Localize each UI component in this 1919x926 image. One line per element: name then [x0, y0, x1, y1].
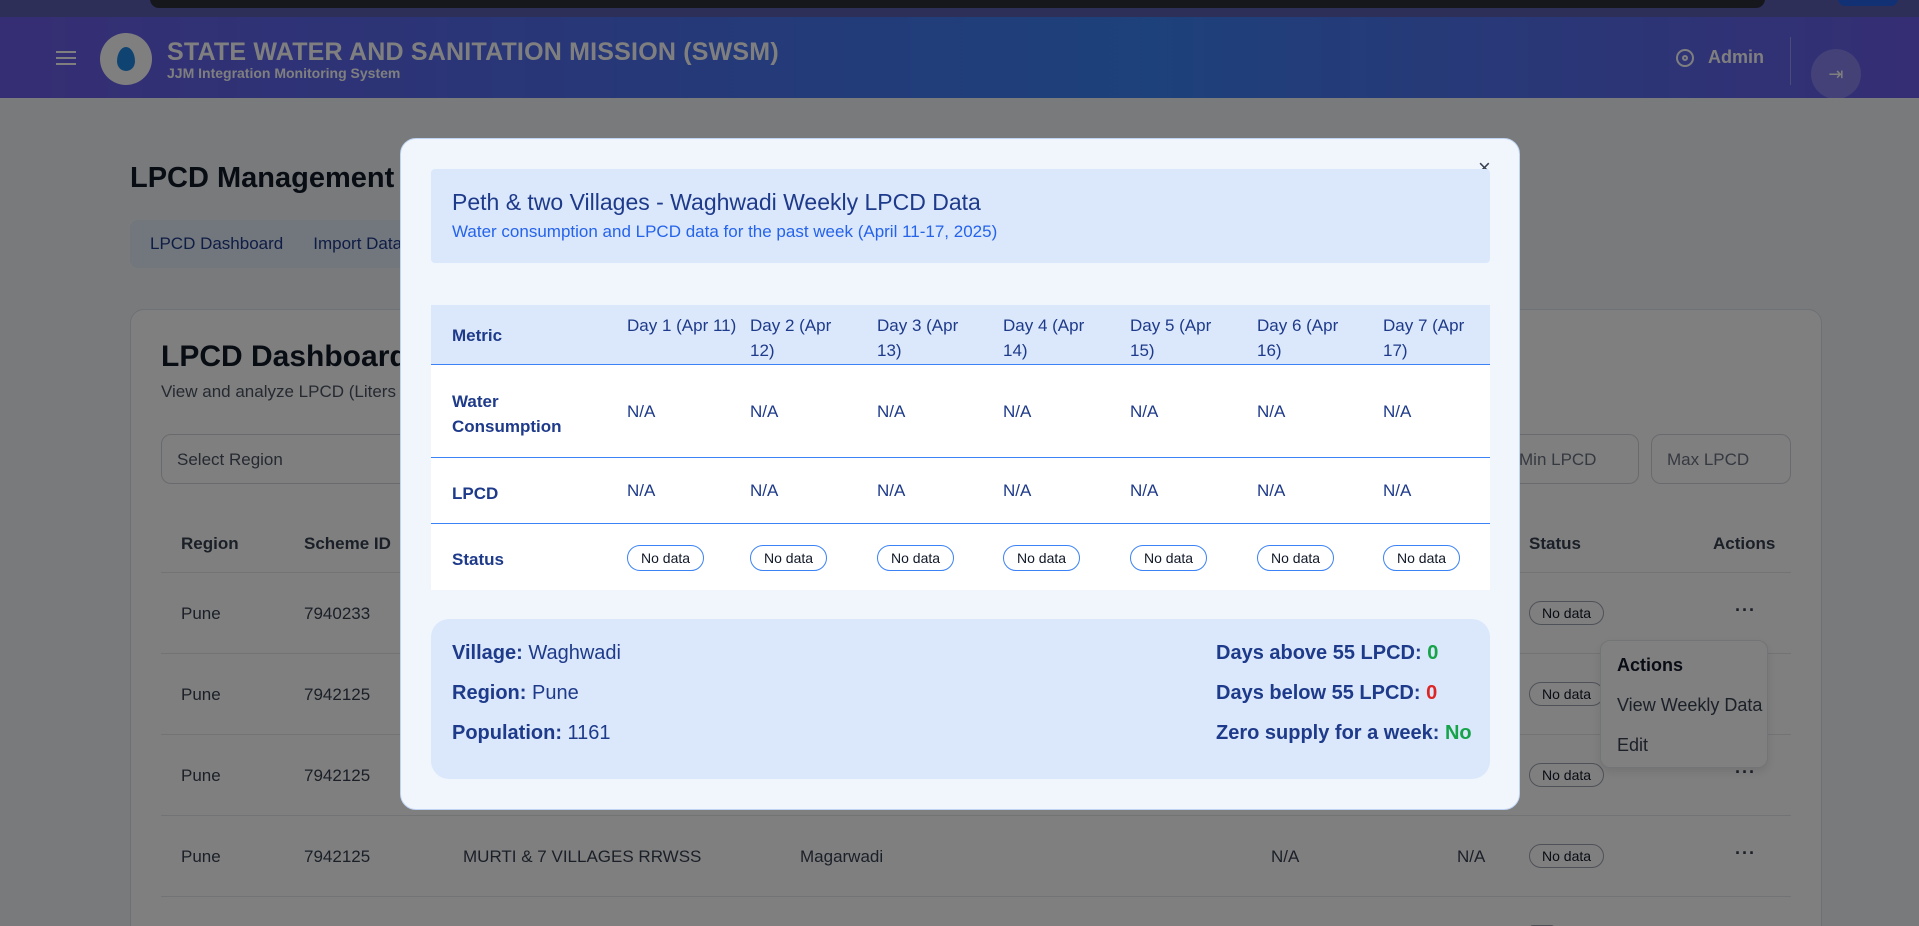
col-day: Day 4 (Apr 14) [1003, 316, 1085, 360]
row-divider [431, 457, 1490, 458]
table-cell: N/A [1383, 481, 1412, 500]
col-day: Day 1 (Apr 11) [627, 316, 737, 335]
days-above-label: Days above 55 LPCD: [1216, 642, 1422, 664]
view-weekly-data-item[interactable]: View Weekly Data [1617, 695, 1762, 716]
days-below-label: Days below 55 LPCD: [1216, 682, 1421, 704]
col-day: Day 5 (Apr 15) [1130, 316, 1212, 360]
status-pill: No data [877, 545, 955, 571]
table-cell: N/A [1257, 481, 1286, 500]
table-cell: N/A [1003, 402, 1032, 421]
table-cell: N/A [1130, 481, 1159, 500]
dropdown-header: Actions [1617, 655, 1684, 675]
table-cell: N/A [1257, 402, 1286, 421]
table-cell: N/A [1130, 402, 1159, 421]
table-cell: N/A [877, 402, 906, 421]
days-below-line: Days below 55 LPCD: 0 [1216, 682, 1437, 705]
region-line: Region: Pune [452, 682, 579, 705]
village-value: Waghwadi [528, 642, 621, 664]
metric-status: Status [452, 550, 504, 569]
table-cell: N/A [1003, 481, 1032, 500]
status-pill: No data [1130, 545, 1208, 571]
status-pill: No data [1003, 545, 1081, 571]
modal-header: Peth & two Villages - Waghwadi Weekly LP… [431, 169, 1490, 263]
status-pill: No data [750, 545, 828, 571]
days-above-line: Days above 55 LPCD: 0 [1216, 642, 1438, 665]
col-metric: Metric [452, 326, 503, 345]
summary-panel: Village: Waghwadi Region: Pune Populatio… [431, 619, 1490, 779]
table-cell: N/A [627, 481, 656, 500]
region-value: Pune [532, 682, 579, 704]
village-label: Village: [452, 642, 523, 664]
population-label: Population: [452, 722, 562, 744]
metric-lpcd: LPCD [452, 484, 499, 503]
region-label: Region: [452, 682, 527, 704]
modal-title: Peth & two Villages - Waghwadi Weekly LP… [452, 189, 981, 215]
zero-supply-line: Zero supply for a week: No [1216, 722, 1472, 745]
edit-item[interactable]: Edit [1617, 735, 1648, 756]
actions-dropdown: Actions View Weekly Data Edit [1600, 640, 1768, 768]
table-cell: N/A [1383, 402, 1412, 421]
modal-subtitle: Water consumption and LPCD data for the … [452, 222, 998, 241]
row-divider [431, 523, 1490, 524]
table-cell: N/A [750, 481, 779, 500]
population-line: Population: 1161 [452, 722, 611, 745]
zero-supply-value: No [1444, 722, 1472, 744]
status-pill: No data [1383, 545, 1461, 571]
days-above-value: 0 [1427, 642, 1439, 664]
status-pill: No data [627, 545, 705, 571]
status-pill: No data [1257, 545, 1335, 571]
table-cell: N/A [627, 402, 656, 421]
table-header: Metric Day 1 (Apr 11) Day 2 (Apr 12) Day… [431, 305, 1490, 365]
population-value: 1161 [567, 722, 611, 744]
col-day: Day 6 (Apr 16) [1257, 316, 1339, 360]
village-line: Village: Waghwadi [452, 642, 621, 665]
zero-supply-label: Zero supply for a week: [1216, 722, 1440, 744]
table-cell: N/A [750, 402, 779, 421]
col-day: Day 3 (Apr 13) [877, 316, 959, 360]
days-below-value: 0 [1426, 682, 1438, 704]
table-cell: N/A [877, 481, 906, 500]
weekly-lpcd-modal: × Peth & two Villages - Waghwadi Weekly … [400, 138, 1520, 810]
weekly-table: Metric Day 1 (Apr 11) Day 2 (Apr 12) Day… [431, 305, 1490, 590]
metric-water-consumption: Water Consumption [452, 392, 562, 436]
col-day: Day 2 (Apr 12) [750, 316, 832, 360]
col-day: Day 7 (Apr 17) [1383, 316, 1465, 360]
